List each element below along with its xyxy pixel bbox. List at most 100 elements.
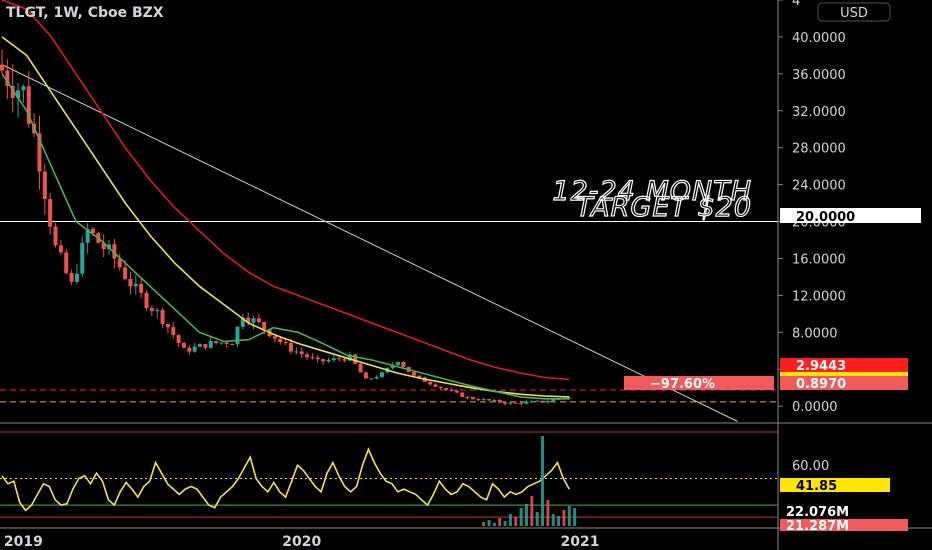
tag-vol-text: 21.287M — [786, 519, 849, 534]
candle-body — [251, 318, 256, 323]
candle-body — [299, 351, 304, 355]
y-tick-label: 12.0000 — [792, 289, 846, 304]
candle-body — [289, 343, 293, 352]
volume-bar — [519, 508, 523, 526]
tag-rsi-text: 41.85 — [796, 479, 837, 494]
volume-bar — [535, 512, 539, 526]
volume-bar — [573, 508, 577, 526]
candle-body — [128, 279, 133, 287]
candle-body — [123, 267, 128, 280]
y-tick-label: 36.0000 — [792, 68, 846, 83]
y-tick-label: 4 — [792, 0, 800, 9]
candle-body — [363, 372, 368, 379]
volume-bar — [541, 436, 545, 526]
candle-body — [58, 245, 63, 253]
candle-body — [305, 354, 310, 358]
price-chart[interactable]: 60.00 4 40.0000 36.0000 32.0000 28.0000 24.00… — [0, 0, 932, 550]
candle-body — [214, 340, 219, 343]
candle-body — [535, 400, 540, 402]
candle-body — [438, 386, 443, 389]
tag-ema-long-text: 2.9443 — [796, 359, 846, 374]
candle-body — [219, 342, 224, 344]
rsi-line — [1, 447, 571, 512]
y-tick-label: 16.0000 — [792, 252, 846, 267]
candle-body — [171, 327, 176, 336]
volume-bar — [562, 510, 566, 526]
volume-bar — [567, 506, 571, 526]
candle-body — [160, 310, 165, 324]
candle-body — [503, 402, 508, 404]
rsi-panel: 60.00 — [0, 431, 829, 518]
candle-body — [48, 199, 53, 227]
candle-body — [470, 397, 475, 400]
candle-body — [497, 400, 502, 403]
candle-body — [449, 389, 454, 391]
candle-body — [69, 273, 74, 282]
tag-current-text: 0.8970 — [796, 377, 846, 392]
trendline — [1, 64, 738, 422]
candle-body — [374, 376, 379, 379]
candle-body — [401, 362, 406, 367]
candle-body — [149, 308, 154, 311]
candle-body — [133, 283, 138, 287]
candle-body — [310, 357, 315, 359]
tag-target-text: 20.0000 — [796, 210, 855, 225]
candle-body — [481, 399, 486, 401]
tag-yellow-strip — [780, 372, 908, 376]
tag-current: 0.8970 — [780, 376, 908, 392]
x-tick-label: 2019 — [4, 534, 43, 550]
candle-body — [262, 322, 267, 330]
volume-bar — [492, 523, 496, 526]
candle-body — [508, 402, 513, 404]
candle-body — [192, 346, 197, 352]
x-axis: 2019 2020 2021 — [4, 534, 600, 550]
candle-body — [492, 400, 497, 402]
volume-bars — [482, 436, 577, 526]
candle-body — [224, 342, 229, 345]
candle-body — [513, 402, 518, 404]
volume-bar — [514, 517, 518, 526]
candle-body — [272, 336, 277, 339]
candle-body — [529, 401, 534, 403]
candle-body — [42, 171, 47, 200]
tag-ema-long: 2.9443 — [780, 358, 908, 374]
candle-body — [545, 401, 550, 403]
y-tick-label: 24.0000 — [792, 179, 846, 194]
tag-change-pct: −97.60% — [624, 376, 774, 392]
candle-body — [315, 357, 320, 360]
candle-body — [540, 400, 545, 403]
candle-body — [21, 86, 26, 91]
candle-body — [465, 396, 470, 398]
tag-target: 20.0000 — [780, 208, 921, 225]
volume-bar — [482, 522, 486, 526]
candle-body — [187, 347, 192, 352]
candle-body — [326, 360, 331, 362]
candle-body — [487, 399, 492, 401]
tag-vol-ma-text: 22.076M — [786, 505, 849, 520]
ema-long-line — [1, 0, 570, 381]
target-annotation-line2: TARGET $20 — [576, 192, 752, 223]
y-tick-label: 0.0000 — [792, 400, 838, 415]
candle-body — [444, 388, 449, 390]
candle-body — [165, 323, 170, 328]
candle-body — [235, 326, 240, 345]
candle-body — [331, 358, 336, 361]
volume-bar — [498, 518, 502, 526]
volume-bar — [524, 504, 528, 526]
y-tick-label: 8.0000 — [792, 326, 838, 341]
horizontal-lines — [0, 64, 778, 422]
candle-body — [278, 338, 283, 343]
candle-body — [64, 252, 69, 274]
candle-body — [454, 390, 459, 393]
volume-bar — [487, 520, 491, 526]
candle-body — [428, 381, 433, 385]
tag-change-pct-text: −97.60% — [650, 377, 715, 392]
candle-body — [283, 342, 288, 344]
volume-bar — [546, 500, 550, 526]
candle-body — [337, 358, 342, 360]
candle-body — [519, 402, 524, 404]
currency-button[interactable]: USD — [817, 2, 891, 22]
candle-body — [203, 344, 208, 348]
volume-bar — [508, 514, 512, 526]
volume-bar — [557, 516, 561, 526]
